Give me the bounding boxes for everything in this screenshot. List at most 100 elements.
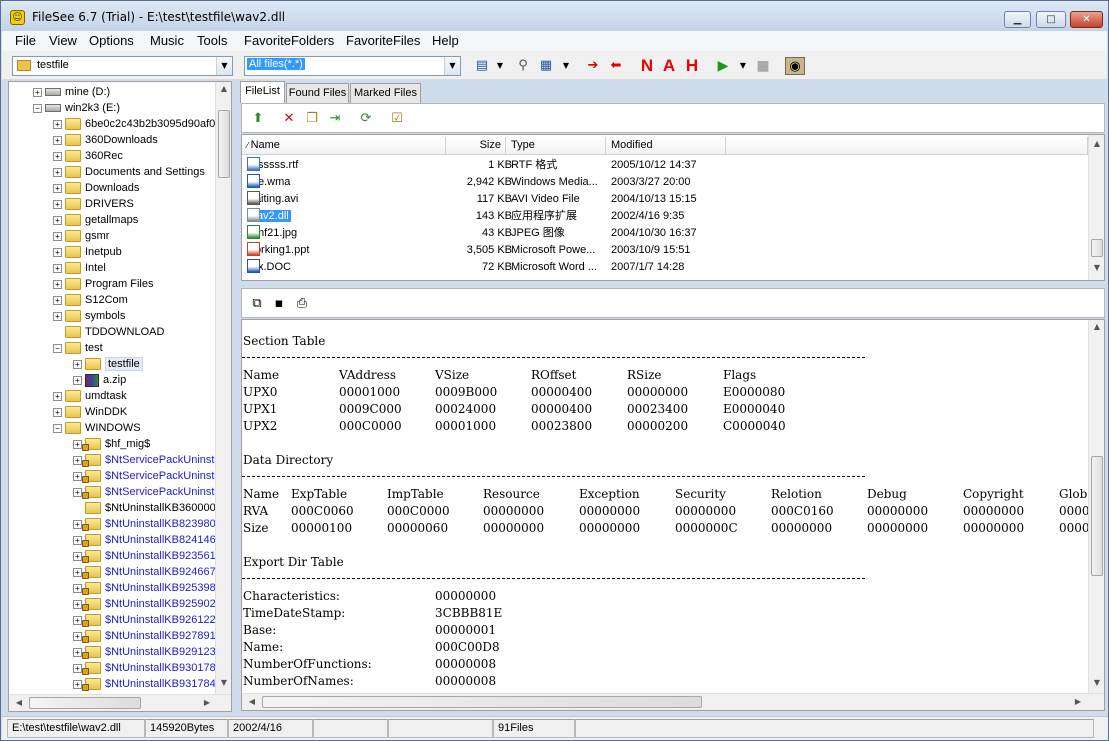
grid-view-icon[interactable]: ▦ xyxy=(537,57,555,75)
stop-icon[interactable]: ■ xyxy=(754,57,772,75)
tree-item[interactable]: + $NtUninstallKB925398_ xyxy=(73,580,222,596)
tree-item[interactable]: + $NtUninstallKB923561$ xyxy=(73,548,222,564)
tab-filelist[interactable]: FileList xyxy=(240,81,285,103)
scrollbar-thumb[interactable] xyxy=(262,696,702,708)
scroll-down-icon[interactable]: ▼ xyxy=(216,678,231,687)
tree-item[interactable]: + mine (D:) xyxy=(33,84,110,100)
filelist-vertical-scrollbar[interactable]: ▲ ▼ xyxy=(1088,135,1104,280)
expand-icon[interactable]: + xyxy=(73,567,82,577)
tree-item[interactable]: + $NtServicePackUninstall xyxy=(73,452,225,468)
tree-item[interactable]: +360Rec xyxy=(53,148,123,164)
expand-icon[interactable]: + xyxy=(53,391,62,401)
tree-item[interactable]: − win2k3 (E:) xyxy=(33,100,120,116)
filter-n-button[interactable]: N xyxy=(638,57,656,75)
tree-item[interactable]: + Downloads xyxy=(53,180,139,196)
tree-item[interactable]: + WinDDK xyxy=(53,404,127,420)
column-header-modified[interactable]: Modified xyxy=(606,137,726,155)
tree-item[interactable]: + umdtask xyxy=(53,388,127,404)
menu-help[interactable]: Help xyxy=(432,33,459,48)
expand-icon[interactable]: + xyxy=(53,311,62,321)
scrollbar-thumb[interactable] xyxy=(218,110,230,178)
collapse-icon[interactable]: − xyxy=(53,423,62,433)
tab-marked-files[interactable]: Marked Files xyxy=(350,83,421,103)
tree-item[interactable]: + a.zip xyxy=(73,372,126,388)
tree-horizontal-scrollbar[interactable]: ◀ ▶ xyxy=(9,694,231,711)
move-to-icon[interactable]: ⇥ xyxy=(326,110,344,128)
menu-view[interactable]: View xyxy=(49,33,77,48)
column-header-type[interactable]: Type xyxy=(506,137,606,155)
scroll-up-icon[interactable]: ▲ xyxy=(1089,139,1104,148)
tree-item[interactable]: +TDDOWNLOAD xyxy=(53,324,164,340)
filter-combo[interactable]: All files(*.*) ▼ xyxy=(244,56,461,76)
expand-icon[interactable]: + xyxy=(73,583,82,593)
close-button[interactable]: ✕ xyxy=(1070,11,1103,28)
detail-horizontal-scrollbar[interactable]: ◀ ▶ xyxy=(242,693,1104,710)
tree-item[interactable]: + $NtUninstallKB823980$ xyxy=(73,516,222,532)
menu-file[interactable]: File xyxy=(15,33,36,48)
expand-icon[interactable]: + xyxy=(53,199,62,209)
tree-item[interactable]: + Inetpub xyxy=(53,244,122,260)
view-list-icon[interactable]: ▤ xyxy=(473,57,491,75)
table-row[interactable]: wmf21.jpg 43 KB JPEG 图像 2004/10/30 16:37 xyxy=(245,225,1085,242)
folder-combo[interactable]: testfile ▼ xyxy=(12,56,233,76)
menu-music[interactable]: Music xyxy=(150,33,184,48)
expand-icon[interactable]: + xyxy=(73,631,82,641)
tree-item[interactable]: + Intel xyxy=(53,260,106,276)
scroll-left-icon[interactable]: ◀ xyxy=(11,698,27,707)
tree-item[interactable]: + Program Files xyxy=(53,276,153,292)
scrollbar-thumb[interactable] xyxy=(1091,456,1103,576)
scroll-down-icon[interactable]: ▼ xyxy=(1089,678,1104,687)
scroll-right-icon[interactable]: ▶ xyxy=(1070,697,1086,706)
table-row[interactable]: wav2.dll 143 KB 应用程序扩展 2002/4/16 9:35 xyxy=(245,208,1085,225)
filter-a-button[interactable]: A xyxy=(660,57,678,75)
save-icon[interactable]: ▪ xyxy=(270,295,288,313)
expand-icon[interactable]: + xyxy=(73,519,82,529)
expand-icon[interactable]: + xyxy=(73,359,82,369)
tree-item[interactable]: +6be0c2c43b2b3095d90af0 xyxy=(53,116,215,132)
expand-icon[interactable]: + xyxy=(73,615,82,625)
table-row[interactable]: sssssss.rtf 1 KB RTF 格式 2005/10/12 14:37 xyxy=(245,157,1085,174)
tree-item[interactable]: − WINDOWS xyxy=(53,420,141,436)
expand-icon[interactable]: + xyxy=(53,263,62,273)
tree-item[interactable]: + $NtUninstallKB929123$ xyxy=(73,644,222,660)
expand-icon[interactable]: + xyxy=(73,663,82,673)
copy-to-icon[interactable]: ❐ xyxy=(303,110,321,128)
tree-item[interactable]: + $hf_mig$ xyxy=(73,436,150,452)
arrow-left-icon[interactable]: ⬅ xyxy=(607,57,625,75)
expand-icon[interactable]: + xyxy=(53,167,62,177)
tree-item[interactable]: + $NtUninstallKB930178$ xyxy=(73,660,222,676)
tab-found-files[interactable]: Found Files xyxy=(286,83,349,103)
scroll-left-icon[interactable]: ◀ xyxy=(244,697,260,706)
expand-icon[interactable]: + xyxy=(53,183,62,193)
tree-item[interactable]: + DRIVERS xyxy=(53,196,134,212)
folder-tree[interactable]: + $NtUninstallKB931784$ + $NtUninstallKB930… xyxy=(8,81,232,712)
tree-item[interactable]: + $NtUninstallKB924667-v xyxy=(73,564,225,580)
expand-icon[interactable]: + xyxy=(53,151,62,161)
tree-item[interactable]: +360Downloads xyxy=(53,132,158,148)
expand-icon[interactable]: + xyxy=(53,295,62,305)
table-row[interactable]: xxx.DOC 72 KB Microsoft Word ... 2007/1/7 1… xyxy=(245,259,1085,276)
tree-vertical-scrollbar[interactable]: ▲ ▼ xyxy=(215,82,231,694)
tree-item[interactable]: + $NtUninstallKB927891$ xyxy=(73,628,222,644)
chevron-down-icon[interactable]: ▼ xyxy=(216,57,232,75)
scrollbar-thumb[interactable] xyxy=(29,697,141,709)
delete-icon[interactable]: ✕ xyxy=(280,110,298,128)
expand-icon[interactable]: + xyxy=(53,215,62,225)
tree-item[interactable]: + $NtServicePackUninstall xyxy=(73,468,225,484)
expand-icon[interactable]: + xyxy=(73,679,82,689)
table-row[interactable]: working1.ppt 3,505 KB Microsoft Powe... 200… xyxy=(245,242,1085,259)
tree-item[interactable]: + Documents and Settings xyxy=(53,164,205,180)
mark-file-icon[interactable]: ☑ xyxy=(388,110,406,128)
scroll-right-icon[interactable]: ▶ xyxy=(199,698,215,707)
refresh-icon[interactable]: ⟳ xyxy=(357,110,375,128)
play-icon[interactable]: ▶ xyxy=(714,57,732,75)
chevron-down-icon[interactable]: ▼ xyxy=(444,57,460,75)
tree-item[interactable]: + getallmaps xyxy=(53,212,138,228)
tree-item[interactable]: +$NtUninstallKB360000$ xyxy=(73,500,222,516)
expand-icon[interactable]: + xyxy=(53,279,62,289)
chevron-down-icon[interactable]: ▼ xyxy=(734,57,752,75)
expand-icon[interactable]: + xyxy=(73,439,82,449)
chevron-down-icon[interactable]: ▼ xyxy=(557,57,575,75)
collapse-icon[interactable]: − xyxy=(33,103,42,113)
tree-item[interactable]: + symbols xyxy=(53,308,125,324)
